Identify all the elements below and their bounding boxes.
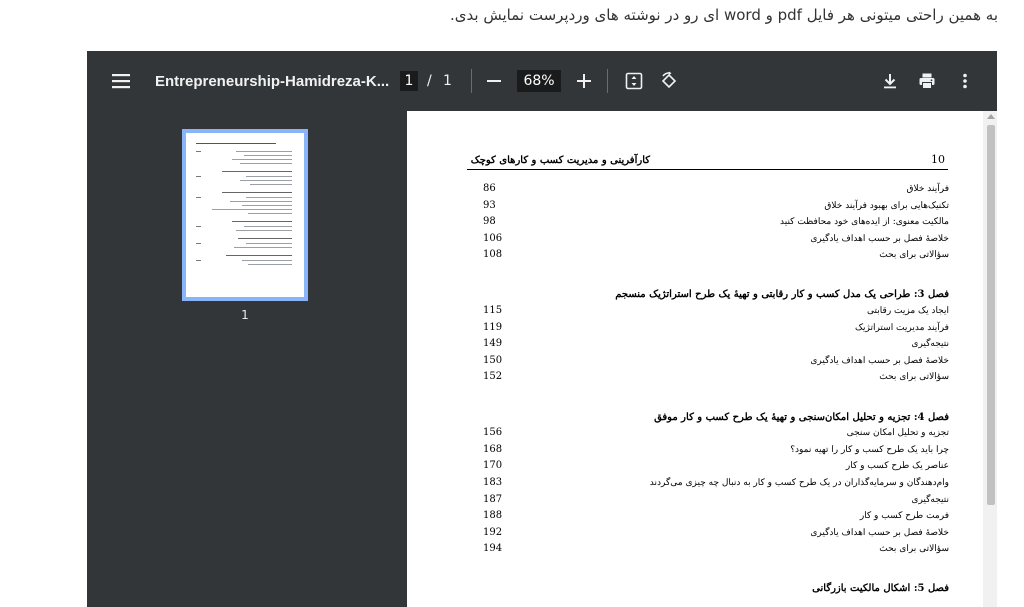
toc-entry-title: سؤالاتی برای بحث — [879, 250, 949, 260]
toc-entry-page: 115 — [483, 305, 503, 316]
toc-entry-page: 149 — [483, 338, 503, 349]
toc-entry-page: 150 — [483, 355, 503, 366]
toc-entry-title: چرا باید یک طرح کسب و کار را تهیه نمود؟ — [790, 445, 949, 455]
toc-entry-title: عناصر یک طرح کسب و کار — [845, 461, 949, 471]
zoom-level-input[interactable]: 68% — [517, 70, 561, 92]
document-title: Entrepreneurship-Hamidreza-K... — [155, 72, 390, 90]
toc-entry-title: تجزیه و تحلیل امکان سنجی — [846, 428, 949, 438]
toc-entry-page: 108 — [483, 249, 503, 260]
toc-entry-title: نتیجه‌گیری — [911, 339, 949, 349]
toc-entry-page: 183 — [483, 477, 503, 488]
zoom-out-icon[interactable] — [482, 51, 506, 111]
fit-to-page-icon[interactable] — [622, 51, 646, 111]
thumbnail-sidebar: 1 — [87, 111, 407, 607]
toc-entry-title: خلاصهٔ فصل بر حسب اهداف یادگیری — [810, 356, 949, 366]
viewer-toolbar: Entrepreneurship-Hamidreza-K... 1 / 1 68… — [87, 51, 997, 111]
running-header-title: کارآفرینی و مدیریت کسب و کارهای کوچک — [470, 155, 650, 166]
menu-icon[interactable] — [111, 51, 131, 111]
document-area[interactable]: کارآفرینی و مدیریت کسب و کارهای کوچک 10 … — [407, 111, 997, 607]
chapter-heading: فصل 4: تجزیه و تحلیل امکان‌سنجی و تهیهٔ … — [654, 412, 949, 423]
toc-entry-title: سؤالاتی برای بحث — [879, 372, 949, 382]
article-caption: به همین راحتی میتونی هر فایل pdf و word … — [450, 6, 998, 24]
toc-entry-title: فرآیند خلاق — [906, 184, 950, 194]
scrollbar-thumb[interactable] — [987, 125, 995, 505]
pdf-viewer: Entrepreneurship-Hamidreza-K... 1 / 1 68… — [87, 51, 997, 607]
thumbnail-page-label: 1 — [241, 308, 249, 322]
more-vert-icon[interactable] — [953, 51, 977, 111]
running-header-page-number: 10 — [931, 153, 945, 166]
toc-entry-page: 98 — [483, 216, 496, 227]
toc-entry-title: ایجاد یک مزیت رقابتی — [867, 306, 949, 316]
toc-entry-title: نتیجه‌گیری — [911, 495, 949, 505]
print-icon[interactable] — [915, 51, 939, 111]
page-total: 1 — [443, 73, 452, 89]
toc-entry-title: خلاصهٔ فصل بر حسب اهداف یادگیری — [810, 234, 949, 244]
toc-entry-title: وام‌دهندگان و سرمایه‌گذاران در یک طرح کس… — [649, 478, 949, 488]
chapter-heading: فصل 3: طراحی یک مدل کسب و کار رقابتی و ت… — [615, 289, 949, 300]
toc-entry-title: تکنیک‌هایی برای بهبود فرآیند خلاق — [824, 201, 949, 211]
toc-entry-title: سؤالاتی برای بحث — [879, 544, 949, 554]
toc-entry-page: 192 — [483, 527, 503, 538]
chapter-heading: فصل 5: اشکال مالکیت بازرگانی — [812, 583, 949, 594]
toc-entry-page: 168 — [483, 444, 503, 455]
toc-entry-page: 188 — [483, 510, 503, 521]
toolbar-divider — [607, 69, 608, 93]
toc-entry-page: 170 — [483, 460, 503, 471]
toc-entry-title: فرآیند مدیریت استراتژیک — [854, 323, 949, 333]
toc-entry-page: 187 — [483, 494, 503, 505]
rotate-icon[interactable] — [657, 51, 681, 111]
header-rule — [467, 169, 948, 170]
toc-entry-page: 194 — [483, 543, 503, 554]
toc-entry-title: مالکیت معنوی: از ایده‌های خود محافظت کنی… — [780, 217, 949, 227]
toc-entry-page: 152 — [483, 371, 503, 382]
toc-entry-page: 106 — [483, 233, 503, 244]
page-separator: / — [427, 73, 432, 89]
toc-entry-title: فرمت طرح کسب و کار — [859, 511, 949, 521]
toc-entry-page: 156 — [483, 427, 503, 438]
page-thumbnail[interactable] — [182, 129, 308, 301]
pdf-page: کارآفرینی و مدیریت کسب و کارهای کوچک 10 … — [407, 111, 983, 607]
scroll-up-arrow-icon[interactable] — [987, 114, 995, 119]
toc-entry-page: 93 — [483, 200, 496, 211]
zoom-in-icon[interactable] — [572, 51, 596, 111]
download-icon[interactable] — [878, 51, 902, 111]
toc-entry-page: 86 — [483, 183, 496, 194]
toc-entry-title: خلاصهٔ فصل بر حسب اهداف یادگیری — [810, 528, 949, 538]
toolbar-divider — [471, 69, 472, 93]
toc-entry-page: 119 — [483, 322, 503, 333]
page-number-input[interactable]: 1 — [400, 71, 418, 91]
